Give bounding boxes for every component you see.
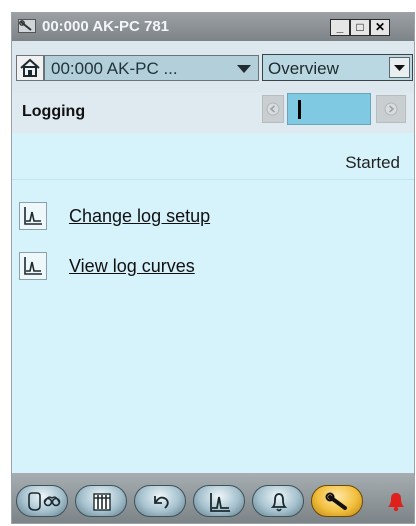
previous-page-button[interactable] (262, 95, 284, 123)
chevron-down-icon (389, 57, 410, 78)
manual-control-button[interactable] (134, 485, 186, 517)
service-button[interactable] (311, 485, 363, 517)
title-bar: 00:000 AK-PC 781 _ □ ✕ (12, 13, 414, 41)
alarm-bell-icon (270, 493, 288, 512)
log-chart-icon (210, 493, 230, 512)
change-log-setup-link[interactable]: Change log setup (19, 201, 339, 231)
status-overview-icon (28, 492, 61, 511)
page-number-input[interactable] (287, 93, 371, 125)
divider (12, 179, 414, 180)
wrench-icon (18, 19, 36, 33)
view-selector-value: Overview (268, 59, 339, 78)
maximize-button[interactable]: □ (350, 19, 370, 36)
close-button[interactable]: ✕ (370, 19, 390, 36)
status-overview-button[interactable] (16, 485, 68, 517)
window-title: 00:000 AK-PC 781 (42, 18, 170, 35)
view-log-curves-link[interactable]: View log curves (19, 251, 339, 281)
logging-status: Started (345, 153, 400, 172)
content-panel: Started Change log setup View log curves (12, 133, 414, 473)
manual-control-icon (154, 496, 169, 509)
view-selector[interactable]: Overview (262, 54, 413, 81)
chevron-right-icon (384, 102, 398, 116)
minimize-button[interactable]: _ (330, 19, 350, 36)
text-caret (298, 100, 301, 119)
home-icon (20, 58, 40, 77)
link-label[interactable]: Change log setup (69, 206, 210, 227)
device-selector-value: 00:000 AK-PC ... (51, 59, 178, 78)
chevron-down-icon (230, 56, 258, 80)
home-button[interactable] (16, 55, 44, 81)
configuration-grid-icon (93, 493, 111, 511)
device-selector[interactable]: 00:000 AK-PC ... (44, 55, 259, 81)
app-window: 00:000 AK-PC 781 _ □ ✕ 00:000 AK-PC ... … (11, 12, 415, 524)
log-chart-icon (19, 202, 47, 230)
next-page-button[interactable] (376, 95, 406, 123)
section-header: Logging (12, 93, 414, 133)
alarms-button[interactable] (252, 485, 304, 517)
service-wrench-icon (325, 492, 347, 510)
bottom-navigation (12, 473, 414, 523)
section-title: Logging (22, 103, 86, 120)
alarm-bell-red-icon[interactable] (384, 489, 408, 513)
toolbar: 00:000 AK-PC ... Overview (12, 41, 414, 93)
log-chart-icon (19, 252, 47, 280)
configuration-button[interactable] (75, 485, 127, 517)
link-label[interactable]: View log curves (69, 256, 195, 277)
chevron-left-icon (266, 102, 280, 116)
logging-button[interactable] (193, 485, 245, 517)
